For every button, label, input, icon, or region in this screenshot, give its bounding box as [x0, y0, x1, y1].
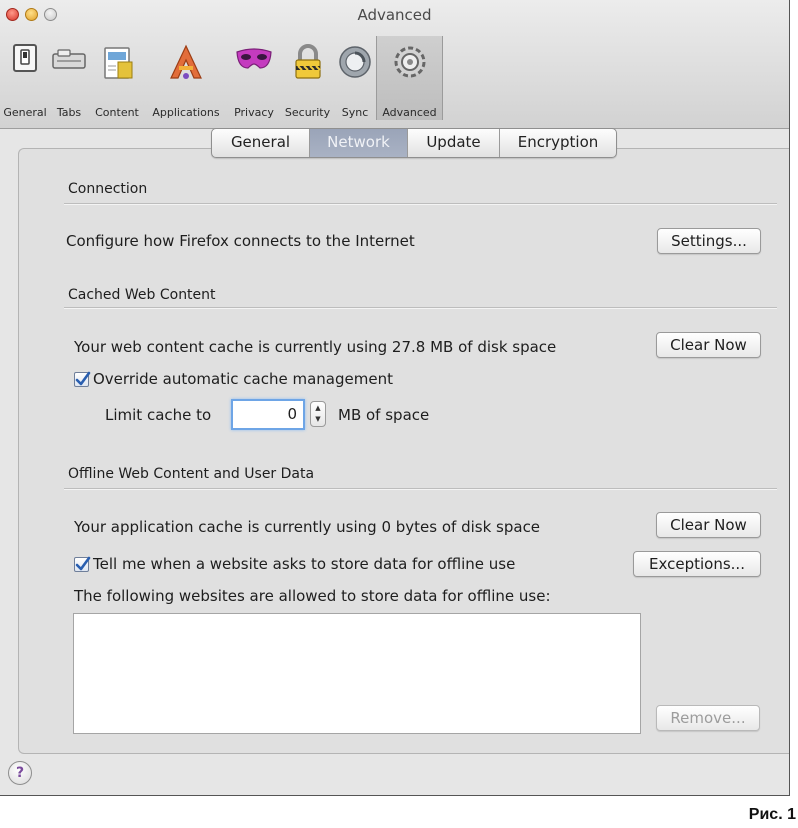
- toolbar-item-privacy[interactable]: Privacy: [228, 36, 280, 120]
- tab-general[interactable]: General: [212, 129, 310, 157]
- toolbar-label: Content: [95, 106, 139, 119]
- offline-section-title: Offline Web Content and User Data: [68, 466, 315, 482]
- toolbar-label: Applications: [152, 106, 220, 119]
- toolbar-label: General: [3, 106, 47, 119]
- tab-encryption[interactable]: Encryption: [500, 129, 616, 157]
- toolbar-item-security[interactable]: Security: [280, 36, 335, 120]
- toolbar-label: Security: [284, 106, 331, 119]
- toolbar-item-advanced[interactable]: Advanced: [376, 36, 443, 120]
- figure-caption: Рис. 1: [748, 806, 796, 823]
- privacy-mask-icon: [236, 48, 272, 69]
- override-cache-checkbox[interactable]: [74, 371, 91, 387]
- toolbar-label: Sync: [341, 106, 369, 119]
- tabs-icon: [52, 49, 86, 69]
- window-title: Advanced: [357, 6, 432, 24]
- preferences-window: Advanced General Tabs Content Applicatio…: [0, 0, 790, 796]
- offline-notify-label: Tell me when a website asks to store dat…: [93, 555, 516, 573]
- allowed-sites-list[interactable]: [73, 613, 641, 734]
- connection-description: Configure how Firefox connects to the In…: [66, 232, 415, 250]
- toolbar-item-content[interactable]: Content: [90, 36, 144, 120]
- content-document-icon: [104, 47, 133, 79]
- help-button[interactable]: ?: [8, 761, 32, 785]
- divider: [64, 307, 777, 309]
- toolbar-item-applications[interactable]: Applications: [144, 36, 228, 120]
- clear-cache-button[interactable]: Clear Now: [656, 332, 761, 358]
- cache-section-title: Cached Web Content: [68, 287, 216, 303]
- limit-cache-label: Limit cache to: [105, 406, 212, 424]
- remove-site-button[interactable]: Remove...: [656, 705, 760, 731]
- divider: [64, 488, 777, 490]
- tab-network[interactable]: Network: [310, 129, 408, 157]
- checkmark-icon: [75, 556, 91, 571]
- sync-icon: [339, 46, 371, 78]
- security-lock-icon: [294, 44, 321, 79]
- stepper-up-icon[interactable]: ▲: [311, 404, 325, 412]
- clear-offline-button[interactable]: Clear Now: [656, 512, 761, 538]
- divider: [64, 203, 777, 205]
- app-cache-usage-text: Your application cache is currently usin…: [74, 518, 541, 536]
- cache-usage-text: Your web content cache is currently usin…: [74, 338, 557, 356]
- toolbar-label: Tabs: [56, 106, 82, 119]
- stepper-down-icon[interactable]: ▼: [311, 415, 325, 423]
- toolbar-item-general[interactable]: General: [2, 36, 48, 120]
- override-cache-label: Override automatic cache management: [93, 370, 393, 388]
- connection-settings-button[interactable]: Settings...: [657, 228, 761, 254]
- allowed-sites-label: The following websites are allowed to st…: [74, 587, 551, 605]
- advanced-gear-icon: [394, 46, 425, 78]
- general-switch-icon: [13, 44, 37, 72]
- cache-size-input[interactable]: 0: [231, 399, 305, 430]
- toolbar-label: Advanced: [382, 106, 437, 119]
- toolbar-item-tabs[interactable]: Tabs: [48, 36, 90, 120]
- exceptions-button[interactable]: Exceptions...: [633, 551, 761, 577]
- advanced-tabs: General Network Update Encryption: [211, 128, 617, 158]
- offline-notify-checkbox[interactable]: [74, 556, 91, 572]
- toolbar-item-sync[interactable]: Sync: [335, 36, 375, 120]
- checkmark-icon: [75, 371, 91, 386]
- title-bar: Advanced General Tabs Content Applicatio…: [0, 0, 789, 129]
- tab-update[interactable]: Update: [408, 129, 500, 157]
- toolbar-label: Privacy: [234, 106, 274, 119]
- connection-section-title: Connection: [68, 181, 148, 197]
- applications-icon: [170, 44, 202, 79]
- cache-unit-label: MB of space: [338, 406, 430, 424]
- cache-size-stepper[interactable]: ▲ ▼: [310, 401, 326, 427]
